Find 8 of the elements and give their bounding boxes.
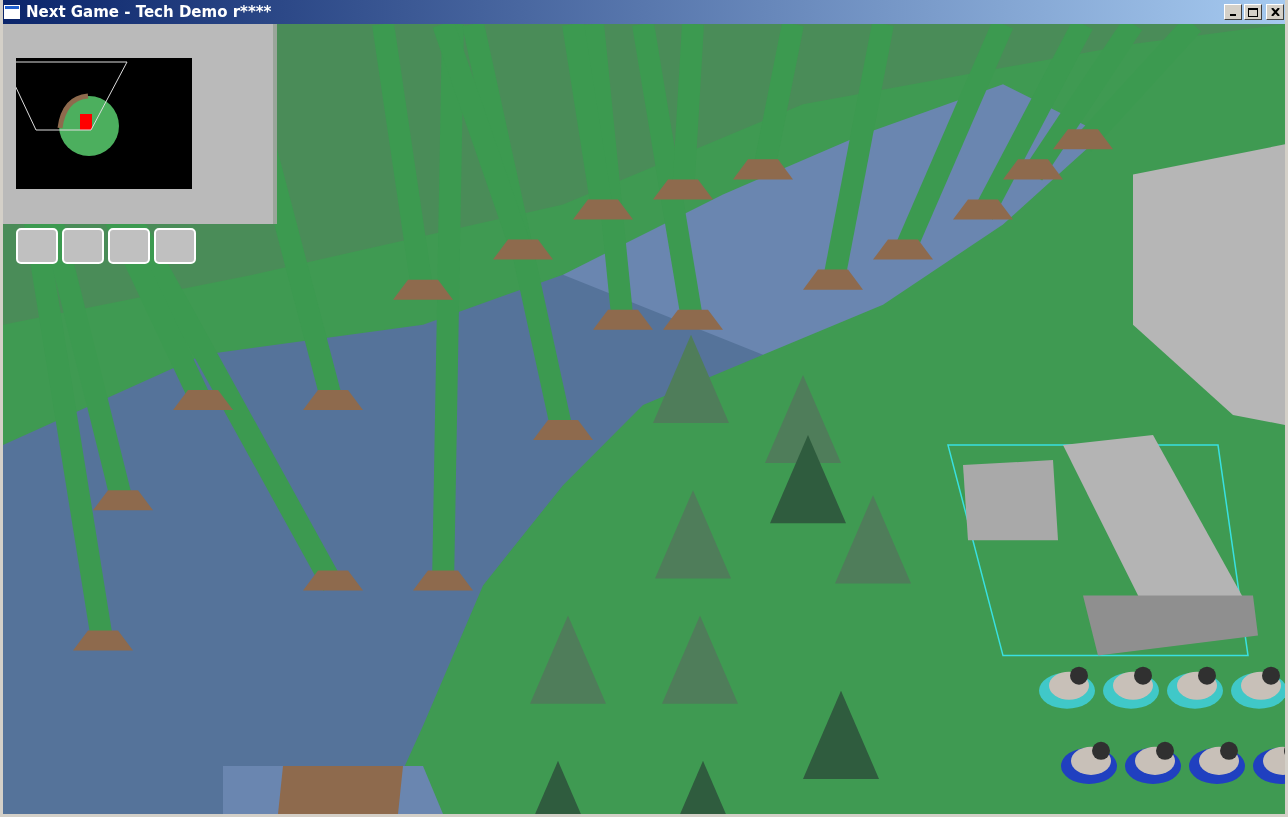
maximize-button[interactable] bbox=[1244, 4, 1262, 20]
close-button[interactable] bbox=[1266, 4, 1284, 20]
window-title: Next Game - Tech Demo r**** bbox=[26, 3, 272, 21]
window-icon bbox=[4, 5, 20, 19]
maximize-icon bbox=[1248, 7, 1258, 17]
minimap[interactable] bbox=[16, 58, 192, 189]
minimize-button[interactable] bbox=[1224, 4, 1242, 20]
close-icon bbox=[1270, 8, 1280, 16]
